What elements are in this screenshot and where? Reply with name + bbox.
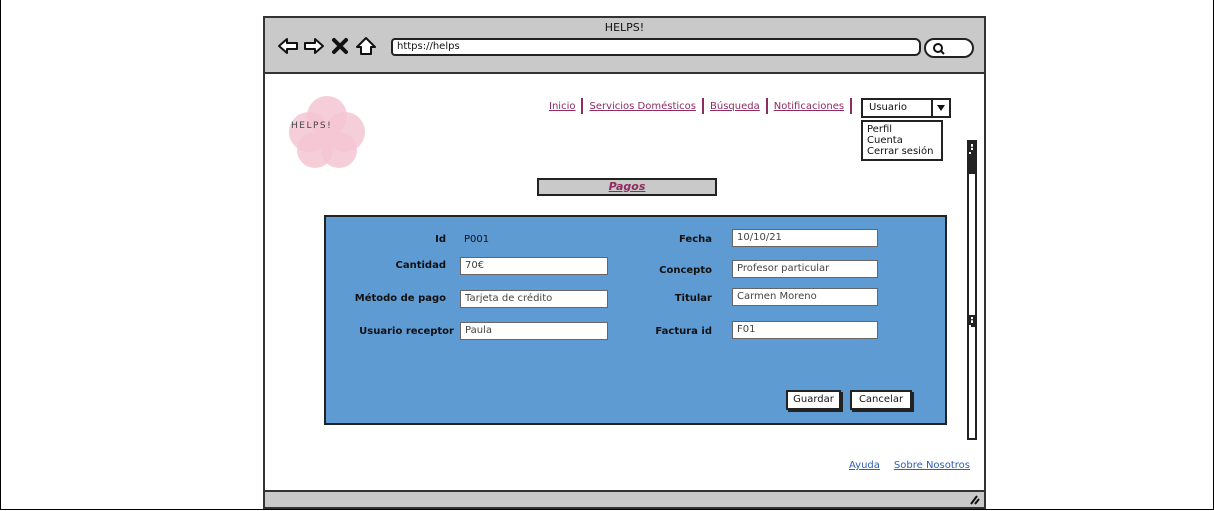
- user-dropdown[interactable]: Usuario: [861, 98, 951, 118]
- user-menu-item-perfil[interactable]: Perfil: [867, 124, 937, 135]
- concepto-label: Concepto: [659, 265, 712, 276]
- usuario-receptor-label: Usuario receptor: [359, 326, 454, 337]
- metodo-pago-field[interactable]: Tarjeta de crédito: [460, 290, 608, 308]
- id-label: Id: [435, 234, 446, 245]
- nav-link-inicio[interactable]: Inicio: [543, 101, 581, 112]
- save-button[interactable]: Guardar: [786, 390, 841, 410]
- home-icon[interactable]: [355, 35, 377, 57]
- metodo-pago-label: Método de pago: [354, 293, 446, 304]
- cancel-button[interactable]: Cancelar: [850, 390, 912, 410]
- search-button[interactable]: [924, 38, 974, 58]
- status-bar: [265, 490, 984, 507]
- back-arrow-icon[interactable]: [277, 35, 299, 57]
- user-menu: Perfil Cuenta Cerrar sesión: [861, 120, 943, 161]
- chevron-down-icon[interactable]: [931, 100, 949, 116]
- footer-links: Ayuda Sobre Nosotros: [849, 460, 970, 471]
- nav-link-notificaciones[interactable]: Notificaciones: [768, 101, 850, 112]
- concepto-field[interactable]: Profesor particular: [732, 260, 878, 278]
- browser-toolbar: HELPS! https://helps: [265, 18, 984, 74]
- fecha-field[interactable]: 10/10/21: [732, 229, 878, 247]
- user-dropdown-value: Usuario: [869, 102, 908, 113]
- user-menu-item-cerrar-sesion[interactable]: Cerrar sesión: [867, 146, 937, 157]
- scroll-up-icon[interactable]: [969, 142, 975, 152]
- cantidad-label: Cantidad: [395, 260, 446, 271]
- forward-arrow-icon[interactable]: [303, 35, 325, 57]
- titular-field[interactable]: Carmen Moreno: [732, 288, 878, 306]
- nav-link-busqueda[interactable]: Búsqueda: [704, 101, 766, 112]
- scroll-thumb[interactable]: [969, 154, 975, 174]
- address-bar[interactable]: https://helps: [391, 38, 921, 56]
- vertical-scrollbar[interactable]: [967, 140, 977, 440]
- help-link[interactable]: Ayuda: [849, 460, 880, 471]
- resize-grip-icon[interactable]: [968, 493, 980, 505]
- logo-text: HELPS!: [291, 121, 332, 131]
- nav-link-servicios[interactable]: Servicios Domésticos: [583, 101, 702, 112]
- id-value: P001: [464, 234, 490, 245]
- browser-window: HELPS! https://helps HELPS! Inicio Servi…: [263, 16, 986, 509]
- scroll-down-icon[interactable]: [969, 315, 975, 325]
- page-title: Pagos: [537, 178, 717, 196]
- fecha-label: Fecha: [678, 234, 712, 245]
- window-title: HELPS!: [604, 21, 645, 34]
- usuario-receptor-field[interactable]: Paula: [460, 322, 608, 340]
- page-content: HELPS! Inicio Servicios Domésticos Búsqu…: [265, 74, 984, 492]
- top-navigation: Inicio Servicios Domésticos Búsqueda Not…: [543, 98, 853, 114]
- titular-label: Titular: [674, 293, 712, 304]
- nav-separator: [850, 98, 853, 114]
- factura-id-label: Factura id: [655, 326, 712, 337]
- user-menu-item-cuenta[interactable]: Cuenta: [867, 135, 937, 146]
- close-icon[interactable]: [329, 35, 351, 57]
- nav-buttons: [277, 35, 377, 57]
- cantidad-field[interactable]: 70€: [460, 257, 608, 275]
- payment-form: Id P001 Fecha 10/10/21 Cantidad 70€ Conc…: [324, 215, 947, 425]
- search-icon: [933, 43, 945, 55]
- about-us-link[interactable]: Sobre Nosotros: [894, 460, 970, 471]
- helps-logo: HELPS!: [289, 96, 365, 168]
- factura-id-field[interactable]: F01: [732, 321, 878, 339]
